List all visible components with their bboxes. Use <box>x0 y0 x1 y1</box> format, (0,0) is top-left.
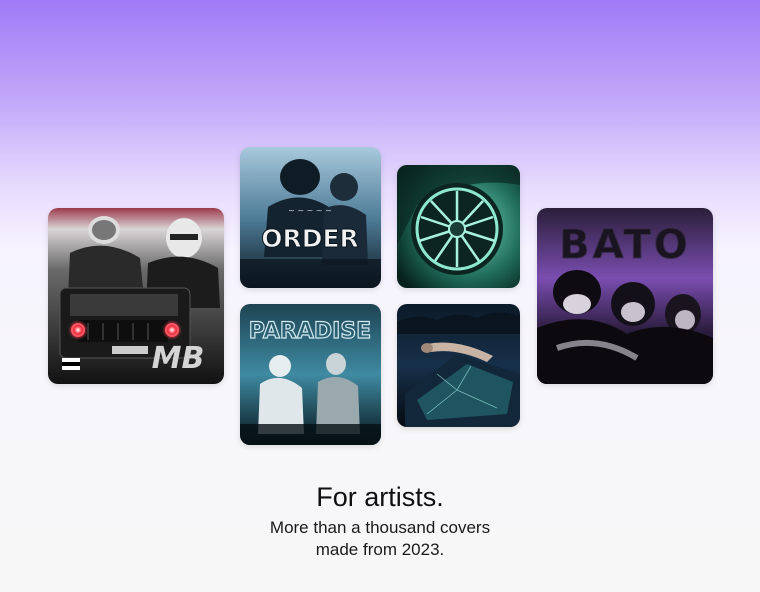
cover-paradise-title: PARADISE <box>249 319 371 344</box>
cover-bato[interactable]: BATO <box>537 208 713 384</box>
subtitle-line-1: More than a thousand covers <box>269 518 491 537</box>
cover-mb[interactable]: MB <box>48 208 224 384</box>
cover-order-title: ORDER <box>261 224 359 253</box>
cover-bato-title: BATO <box>559 222 691 268</box>
cover-order[interactable]: ~ ~ ~ ~ ~ ORDER <box>240 147 381 288</box>
cover-crash[interactable] <box>397 304 520 427</box>
cover-paradise-art: PARADISE <box>240 304 381 445</box>
cover-mb-art: MB <box>48 208 224 384</box>
cover-bato-art: BATO <box>537 208 713 384</box>
cover-order-art: ~ ~ ~ ~ ~ ORDER <box>240 147 381 288</box>
cover-paradise[interactable]: PARADISE <box>240 304 381 445</box>
cover-wheel-art <box>397 165 520 288</box>
svg-text:~ ~ ~ ~ ~: ~ ~ ~ ~ ~ <box>288 206 332 215</box>
cover-mb-title: MB <box>152 341 205 376</box>
subtitle-line-2: made from 2023. <box>315 540 445 559</box>
cover-wheel[interactable] <box>397 165 520 288</box>
headline: For artists. <box>316 482 444 512</box>
cover-crash-art <box>397 304 520 427</box>
